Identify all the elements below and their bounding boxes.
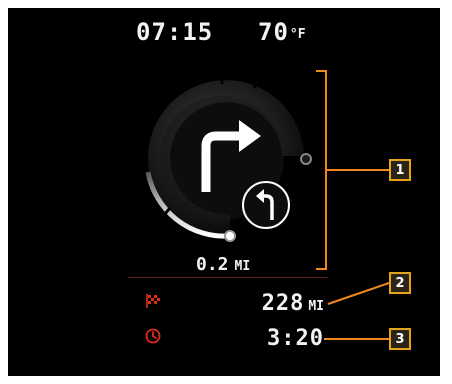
callout-annotations: 1 2 3	[8, 8, 440, 376]
navigation-display: 07:15 70°F 0.2 MI 228 MI 3:20 1 2 3	[8, 8, 440, 376]
callout-2-line	[327, 282, 390, 305]
callout-badge-2: 2	[389, 272, 411, 294]
callout-badge-3: 3	[389, 328, 411, 350]
callout-badge-1: 1	[389, 159, 411, 181]
callout-1-bracket	[316, 70, 327, 270]
callout-lines	[316, 70, 390, 340]
